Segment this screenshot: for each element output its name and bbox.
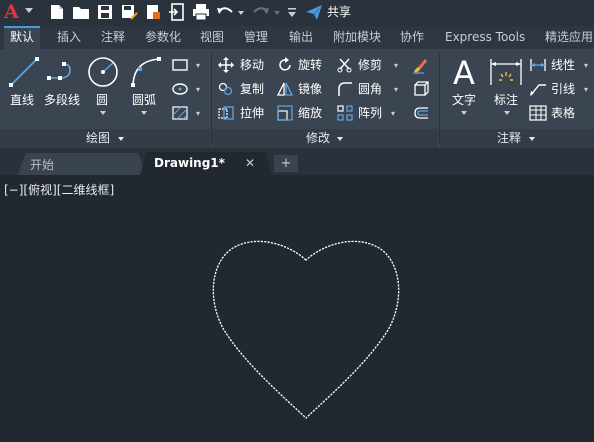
linear-dropdown-icon[interactable]: ▾	[584, 62, 588, 70]
customize-icon[interactable]	[286, 3, 298, 21]
drawing-tab-label[interactable]: Drawing1*	[154, 156, 225, 170]
modify-panel-title[interactable]: 修改	[306, 131, 330, 146]
modify-panel-expand-icon[interactable]	[337, 137, 343, 141]
erase-icon[interactable]	[412, 56, 430, 74]
leader-icon[interactable]	[529, 81, 547, 97]
dimension-label[interactable]: 标注	[494, 93, 518, 108]
arc-label[interactable]: 圆弧	[132, 93, 156, 108]
circle-dropdown-icon[interactable]	[100, 111, 106, 115]
arc-dropdown-icon[interactable]	[141, 111, 147, 115]
tab-express-tools[interactable]: Express Tools	[445, 26, 525, 49]
tab-insert[interactable]: 插入	[57, 26, 81, 49]
trim-dropdown-icon[interactable]: ▾	[394, 62, 398, 70]
explode-icon[interactable]	[412, 80, 430, 98]
close-icon[interactable]: ✕	[245, 156, 255, 170]
array-label[interactable]: 阵列	[358, 106, 382, 121]
hatch-icon[interactable]	[171, 105, 189, 121]
undo-icon[interactable]	[216, 3, 234, 21]
tab-parametric[interactable]: 参数化	[145, 26, 181, 49]
open-folder-icon[interactable]	[72, 3, 90, 21]
quick-access-toolbar: A 共享	[0, 0, 594, 26]
tab-featured-apps[interactable]: 精选应用	[545, 26, 593, 49]
draw-panel-expand-icon[interactable]	[118, 137, 124, 141]
svg-text:A: A	[453, 55, 475, 89]
trim-label[interactable]: 修剪	[358, 58, 382, 73]
arc-icon[interactable]	[130, 55, 162, 89]
polyline-label[interactable]: 多段线	[44, 93, 80, 108]
dimension-icon[interactable]	[488, 55, 524, 89]
circle-icon[interactable]	[86, 55, 120, 89]
ribbon-panel: 直线 多段线 圆 圆弧 ▾ ▾ ▾ 绘图 移动 旋转 修剪 ▾ 复制 镜像 圆角	[0, 49, 594, 148]
new-tab-button[interactable]: +	[274, 155, 298, 172]
redo-icon[interactable]	[252, 3, 270, 21]
copy-label[interactable]: 复制	[240, 82, 264, 97]
tab-view[interactable]: 视图	[200, 26, 224, 49]
web-mobile-icon[interactable]	[144, 3, 162, 21]
rectangle-icon[interactable]	[171, 58, 189, 72]
save-as-icon[interactable]	[120, 3, 138, 21]
move-icon[interactable]	[218, 57, 234, 73]
annotation-panel-title[interactable]: 注释	[497, 131, 521, 146]
tab-annotate[interactable]: 注释	[101, 26, 125, 49]
print-icon[interactable]	[192, 3, 210, 21]
mirror-label[interactable]: 镜像	[298, 82, 322, 97]
scale-label[interactable]: 缩放	[298, 106, 322, 121]
tab-collaborate[interactable]: 协作	[400, 26, 424, 49]
text-icon[interactable]: A	[448, 55, 480, 89]
ribbon-tab-bar: 默认 插入 注释 参数化 视图 管理 输出 附加模块 协作 Express To…	[0, 26, 594, 49]
table-label[interactable]: 表格	[551, 106, 575, 121]
tab-default[interactable]: 默认	[4, 26, 41, 49]
line-label[interactable]: 直线	[10, 93, 34, 108]
leader-dropdown-icon[interactable]: ▾	[584, 86, 588, 94]
text-dropdown-icon[interactable]	[461, 111, 467, 115]
fillet-label[interactable]: 圆角	[358, 82, 382, 97]
application-menu-button[interactable]: A	[4, 2, 24, 22]
line-icon[interactable]	[8, 56, 40, 88]
hatch-dropdown-icon[interactable]: ▾	[196, 110, 200, 118]
fillet-dropdown-icon[interactable]: ▾	[394, 86, 398, 94]
app-menu-dropdown-icon[interactable]	[25, 7, 33, 15]
polyline-icon[interactable]	[46, 56, 80, 88]
offset-icon[interactable]	[412, 104, 430, 122]
mirror-icon[interactable]	[277, 81, 293, 97]
trim-icon[interactable]	[337, 57, 353, 73]
array-icon[interactable]	[337, 105, 353, 121]
undo-dropdown-icon[interactable]	[236, 3, 246, 21]
scale-icon[interactable]	[277, 105, 293, 121]
save-icon[interactable]	[96, 3, 114, 21]
text-label[interactable]: 文字	[452, 93, 476, 108]
autocad-window: A 共享 默认 插入 注释 参数化 视图 管理 输出 附加模块 协作 Expre…	[0, 0, 594, 442]
rotate-icon[interactable]	[277, 57, 293, 73]
leader-label[interactable]: 引线	[551, 82, 575, 97]
share-label[interactable]: 共享	[327, 4, 351, 20]
linear-dimension-icon[interactable]	[529, 57, 547, 73]
array-dropdown-icon[interactable]: ▾	[391, 110, 395, 118]
redo-dropdown-icon[interactable]	[272, 3, 282, 21]
stretch-icon[interactable]	[218, 105, 234, 121]
table-icon[interactable]	[529, 105, 547, 121]
rotate-label[interactable]: 旋转	[298, 58, 322, 73]
fillet-icon[interactable]	[337, 81, 353, 97]
start-tab-label[interactable]: 开始	[30, 156, 54, 173]
rectangle-dropdown-icon[interactable]: ▾	[196, 62, 200, 70]
ellipse-icon[interactable]	[171, 82, 189, 96]
export-icon[interactable]	[168, 3, 186, 21]
new-file-icon[interactable]	[48, 3, 66, 21]
share-icon[interactable]	[305, 3, 323, 21]
heart-drawing[interactable]	[210, 236, 402, 420]
tab-manage[interactable]: 管理	[244, 26, 268, 49]
draw-panel-title[interactable]: 绘图	[86, 131, 110, 146]
move-label[interactable]: 移动	[240, 58, 264, 73]
linear-label[interactable]: 线性	[551, 58, 575, 73]
tab-addins[interactable]: 附加模块	[333, 26, 381, 49]
annotation-panel-expand-icon[interactable]	[529, 137, 535, 141]
tab-output[interactable]: 输出	[289, 26, 313, 49]
stretch-label[interactable]: 拉伸	[240, 106, 264, 121]
circle-label[interactable]: 圆	[96, 93, 108, 108]
dimension-dropdown-icon[interactable]	[504, 111, 510, 115]
ellipse-dropdown-icon[interactable]: ▾	[196, 86, 200, 94]
copy-icon[interactable]	[218, 81, 234, 97]
viewport-controls[interactable]: [−][俯视][二维线框]	[4, 183, 114, 197]
